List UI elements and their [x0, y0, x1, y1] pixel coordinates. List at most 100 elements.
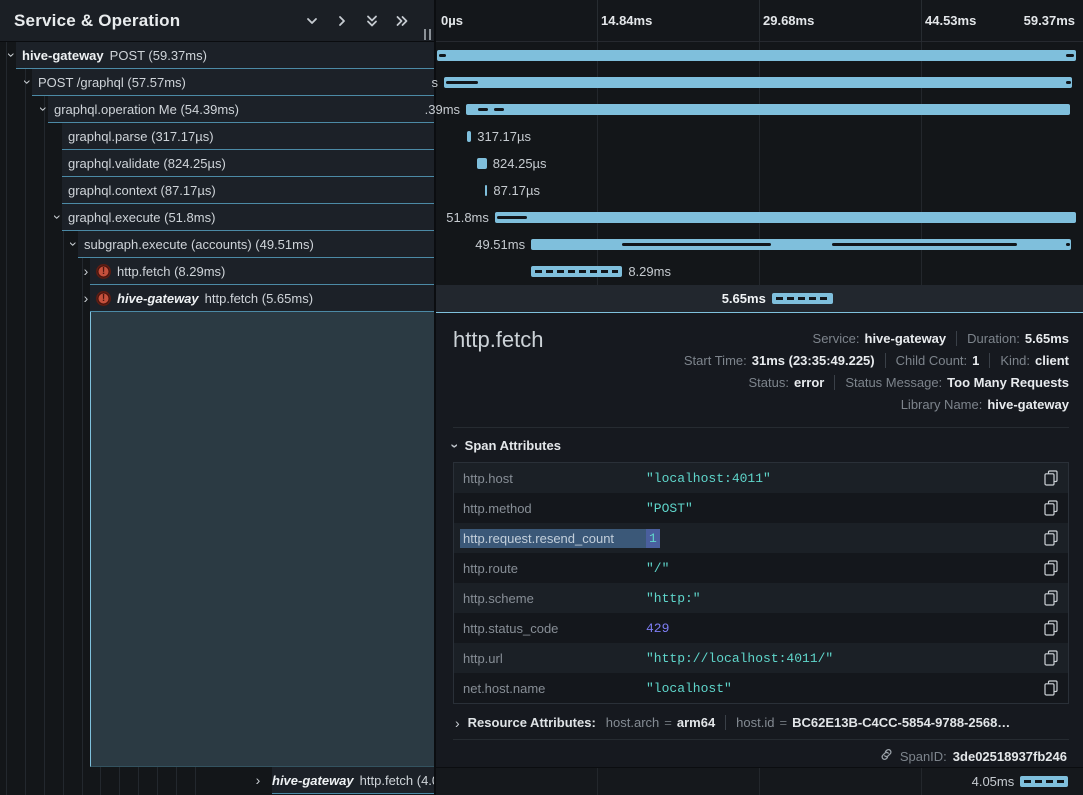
tree-row[interactable]: graphql.validate (824.25µs)	[0, 150, 434, 177]
span-attributes-header[interactable]: › Span Attributes	[453, 438, 1069, 453]
waterfall-row[interactable]: 51.8ms	[436, 204, 1083, 231]
tree-row[interactable]: graphql.parse (317.17µs)	[0, 123, 434, 150]
span-bar[interactable]	[495, 212, 1076, 223]
span-bar[interactable]	[477, 158, 487, 169]
waterfall-row[interactable]: s	[436, 69, 1083, 96]
tree-row[interactable]: ›POST /graphql (57.57ms)	[0, 69, 434, 96]
expand-one-icon[interactable]	[334, 13, 350, 29]
copy-icon[interactable]	[1044, 560, 1058, 576]
waterfall-row[interactable]: .39ms	[436, 96, 1083, 123]
chevron-down-icon[interactable]: ›	[5, 49, 19, 61]
duration-label: s	[432, 75, 439, 90]
span-tree-panel: Service & Operation ›hive-gatewa	[0, 0, 434, 795]
chevron-down-icon[interactable]: ›	[67, 238, 81, 250]
waterfall-row-selected[interactable]: 5.65ms	[436, 285, 1083, 312]
waterfall-row[interactable]: 824.25µs	[436, 150, 1083, 177]
span-bar[interactable]	[531, 266, 622, 277]
duration-label: .39ms	[425, 102, 460, 117]
collapse-one-icon[interactable]	[304, 13, 320, 29]
expanded-span-area	[90, 312, 434, 767]
attribute-row[interactable]: net.host.name "localhost"	[454, 673, 1068, 703]
waterfall-row[interactable]: 8.29ms	[436, 258, 1083, 285]
copy-icon[interactable]	[1044, 620, 1058, 636]
span-bar[interactable]	[437, 50, 1076, 61]
attribute-key: http.route	[460, 559, 646, 578]
attribute-row[interactable]: http.host "localhost:4011"	[454, 463, 1068, 493]
waterfall-row[interactable]: 87.17µs	[436, 177, 1083, 204]
duration-label: 8.29ms	[628, 264, 671, 279]
span-label: http.fetch (5.65ms)	[205, 291, 313, 306]
trace-viewer: Service & Operation ›hive-gatewa	[0, 0, 1083, 795]
meta-label: Kind:	[1000, 353, 1030, 368]
duration-label: 317.17µs	[477, 129, 531, 144]
tree-row-selected[interactable]: ›!hive-gatewayhttp.fetch (5.65ms)	[0, 285, 434, 312]
attribute-value: "localhost"	[646, 681, 1044, 696]
waterfall-row[interactable]	[436, 42, 1083, 69]
waterfall-row[interactable]: 317.17µs	[436, 123, 1083, 150]
span-label: POST (59.37ms)	[110, 48, 207, 63]
tree-row[interactable]: ›subgraph.execute (accounts) (49.51ms)	[0, 231, 434, 258]
span-label: subgraph.execute (accounts) (49.51ms)	[84, 237, 314, 252]
resource-attributes-row[interactable]: › Resource Attributes: host.arch=arm64 h…	[453, 715, 1069, 730]
attribute-row[interactable]: http.status_code 429	[454, 613, 1068, 643]
tree-row[interactable]: ›!http.fetch (8.29ms)	[0, 258, 434, 285]
chevron-down-icon[interactable]: ›	[21, 76, 35, 88]
span-detail-panel: http.fetch Service:hive-gateway Duration…	[436, 312, 1083, 767]
tree-row[interactable]: graphql.context (87.17µs)	[0, 177, 434, 204]
meta-value: 5.65ms	[1025, 331, 1069, 346]
ruler-gridline	[597, 0, 598, 42]
chevron-right-icon[interactable]: ›	[80, 264, 92, 278]
attribute-row-selected[interactable]: http.request.resend_count 1	[454, 523, 1068, 553]
attribute-key: http.request.resend_count	[460, 529, 646, 548]
collapse-all-icon[interactable]	[364, 13, 380, 29]
attribute-row[interactable]: http.route "/"	[454, 553, 1068, 583]
waterfall-row[interactable]: 49.51ms	[436, 231, 1083, 258]
service-name: hive-gateway	[22, 48, 104, 63]
copy-icon[interactable]	[1044, 680, 1058, 696]
span-bar[interactable]	[772, 293, 833, 304]
chevron-down-icon[interactable]: ›	[51, 211, 65, 223]
span-bar[interactable]	[466, 104, 1070, 115]
attribute-key: http.host	[460, 469, 646, 488]
tree-row[interactable]: ›graphql.execute (51.8ms)	[0, 204, 434, 231]
attribute-row[interactable]: http.scheme "http:"	[454, 583, 1068, 613]
attribute-value: "http:"	[646, 591, 1044, 606]
span-attributes-title: Span Attributes	[465, 438, 561, 453]
attribute-value: 1	[646, 531, 1044, 546]
attribute-row[interactable]: http.url "http://localhost:4011/"	[454, 643, 1068, 673]
span-bar[interactable]	[444, 77, 1072, 88]
attribute-key: http.status_code	[460, 619, 646, 638]
meta-value: 1	[972, 353, 979, 368]
attribute-row[interactable]: http.method "POST"	[454, 493, 1068, 523]
tree-row[interactable]: ›graphql.operation Me (54.39ms)	[0, 96, 434, 123]
link-icon[interactable]	[879, 747, 894, 765]
pane-resize-handle[interactable]	[424, 29, 431, 40]
resource-key: host.arch	[606, 715, 659, 730]
copy-icon[interactable]	[1044, 650, 1058, 666]
waterfall-row[interactable]: 4.05ms	[436, 768, 1083, 795]
tree-row[interactable]: ›hive-gateway POST (59.37ms)	[0, 42, 434, 69]
copy-icon[interactable]	[1044, 470, 1058, 486]
span-label: http.fetch (8.29ms)	[117, 264, 225, 279]
meta-value: client	[1035, 353, 1069, 368]
resource-attributes-title: Resource Attributes:	[468, 715, 596, 730]
attribute-key: http.method	[460, 499, 646, 518]
tree-row[interactable]: ›hive-gatewayhttp.fetch (4.05ms)	[0, 767, 434, 794]
chevron-right-icon[interactable]: ›	[252, 773, 264, 787]
span-bar[interactable]	[467, 131, 471, 142]
chevron-right-icon[interactable]: ›	[80, 291, 92, 305]
resource-key: host.id	[736, 715, 774, 730]
copy-icon[interactable]	[1044, 500, 1058, 516]
expand-all-icon[interactable]	[394, 13, 410, 29]
span-bar[interactable]	[531, 239, 1071, 250]
span-bar[interactable]	[485, 185, 487, 196]
meta-value: error	[794, 375, 824, 390]
copy-icon[interactable]	[1044, 590, 1058, 606]
copy-icon[interactable]	[1044, 530, 1058, 546]
time-tick: 14.84ms	[601, 13, 652, 28]
chevron-down-icon: ›	[448, 443, 462, 448]
span-bar[interactable]	[1020, 776, 1068, 787]
chevron-down-icon[interactable]: ›	[37, 103, 51, 115]
span-label: graphql.validate (824.25µs)	[68, 156, 226, 171]
meta-divider	[956, 331, 957, 346]
